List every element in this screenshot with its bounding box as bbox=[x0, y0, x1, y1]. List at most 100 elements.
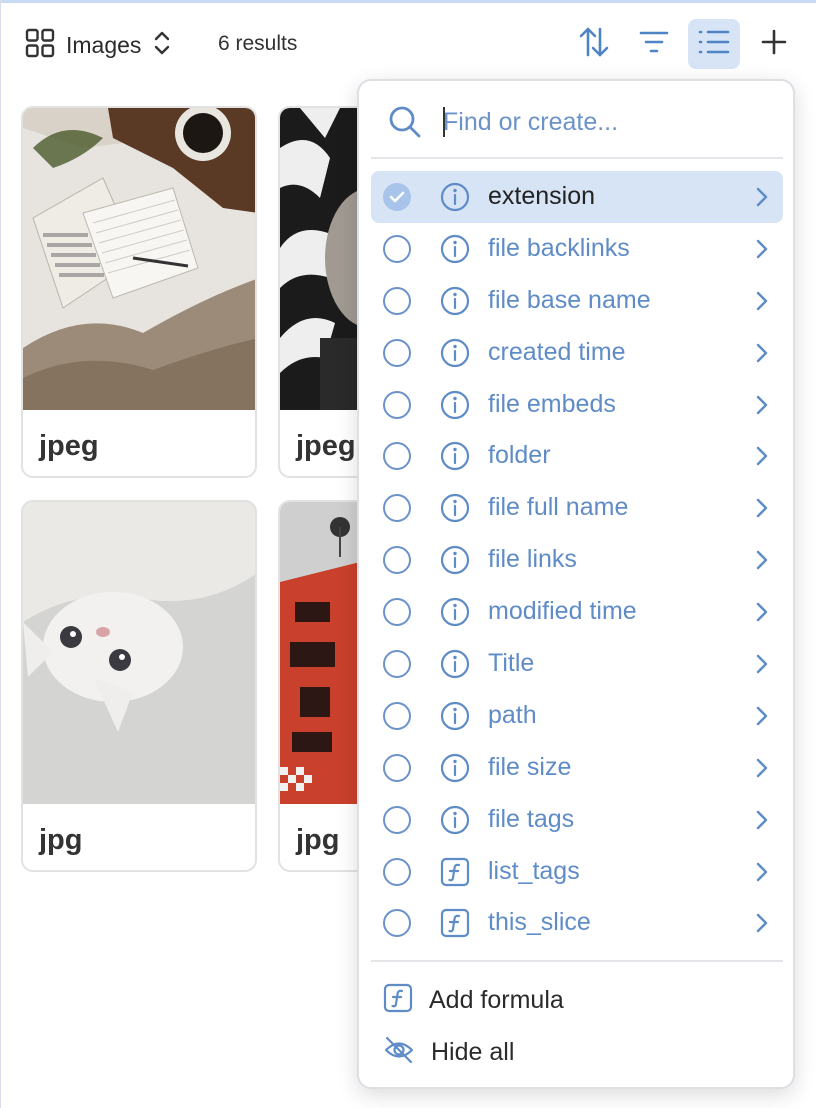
empty-circle-icon[interactable] bbox=[383, 338, 411, 367]
property-name: file full name bbox=[488, 493, 629, 522]
empty-circle-icon[interactable] bbox=[383, 286, 411, 315]
info-icon bbox=[440, 234, 470, 264]
empty-circle-icon[interactable] bbox=[383, 701, 411, 730]
result-count: 6 results bbox=[218, 32, 298, 55]
image-card[interactable]: jpg bbox=[21, 500, 257, 872]
chevron-right-icon[interactable] bbox=[755, 809, 769, 836]
text-caret bbox=[443, 107, 445, 137]
card-caption: jpeg bbox=[39, 430, 99, 462]
property-row[interactable]: file links bbox=[371, 534, 783, 586]
property-row[interactable]: Title bbox=[371, 638, 783, 690]
property-row[interactable]: list_tags bbox=[371, 846, 783, 898]
formula-icon bbox=[383, 983, 413, 1018]
property-search bbox=[359, 81, 793, 159]
property-row[interactable]: file backlinks bbox=[371, 223, 783, 275]
property-name: file tags bbox=[488, 804, 575, 833]
property-name: file size bbox=[488, 752, 572, 781]
property-name: file links bbox=[488, 545, 577, 574]
property-list: extension file backlinks file base name cre… bbox=[371, 171, 783, 949]
view-name: Images bbox=[66, 31, 142, 58]
divider bbox=[371, 157, 783, 159]
property-row[interactable]: folder bbox=[371, 430, 783, 482]
empty-circle-icon[interactable] bbox=[383, 234, 411, 263]
empty-circle-icon[interactable] bbox=[383, 598, 411, 627]
property-name: modified time bbox=[488, 597, 637, 626]
chevron-right-icon[interactable] bbox=[755, 290, 769, 317]
properties-button[interactable] bbox=[688, 19, 740, 69]
chevron-right-icon[interactable] bbox=[755, 186, 769, 213]
property-row[interactable]: file base name bbox=[371, 275, 783, 327]
formula-icon bbox=[440, 908, 470, 938]
info-icon bbox=[440, 338, 470, 368]
empty-circle-icon[interactable] bbox=[383, 546, 411, 575]
sort-button[interactable] bbox=[568, 19, 620, 69]
white-kitten-photo bbox=[23, 502, 255, 804]
info-icon bbox=[440, 441, 470, 471]
property-row[interactable]: extension bbox=[371, 171, 783, 223]
chevron-right-icon[interactable] bbox=[755, 705, 769, 732]
chevron-right-icon[interactable] bbox=[755, 445, 769, 472]
info-icon bbox=[440, 182, 470, 212]
card-caption: jpeg bbox=[296, 430, 356, 462]
filter-button[interactable] bbox=[628, 19, 680, 69]
empty-circle-icon[interactable] bbox=[383, 753, 411, 782]
sort-arrows-icon bbox=[577, 25, 611, 64]
empty-circle-icon[interactable] bbox=[383, 494, 411, 523]
chevron-right-icon[interactable] bbox=[755, 653, 769, 680]
chevron-right-icon[interactable] bbox=[755, 601, 769, 628]
property-row[interactable]: file embeds bbox=[371, 379, 783, 431]
toolbar: Images 6 results bbox=[0, 18, 816, 72]
info-icon bbox=[440, 701, 470, 731]
property-row[interactable]: created time bbox=[371, 327, 783, 379]
property-name: file base name bbox=[488, 285, 651, 314]
add-formula-button[interactable]: Add formula bbox=[383, 978, 564, 1022]
chevron-right-icon[interactable] bbox=[755, 342, 769, 369]
info-icon bbox=[440, 493, 470, 523]
chevron-right-icon[interactable] bbox=[755, 861, 769, 888]
plus-icon bbox=[760, 28, 788, 61]
chevron-right-icon[interactable] bbox=[755, 549, 769, 576]
image-card[interactable]: jpeg bbox=[21, 106, 257, 478]
property-name: folder bbox=[488, 441, 551, 470]
chevron-right-icon[interactable] bbox=[755, 757, 769, 784]
empty-circle-icon[interactable] bbox=[383, 442, 411, 471]
checked-circle-icon[interactable] bbox=[383, 183, 411, 211]
property-row[interactable]: file tags bbox=[371, 794, 783, 846]
grid-icon bbox=[24, 27, 56, 64]
filter-icon bbox=[638, 28, 670, 61]
left-border bbox=[0, 0, 1, 1108]
property-search-input[interactable] bbox=[443, 101, 763, 143]
hide-all-label: Hide all bbox=[431, 1037, 515, 1066]
empty-circle-icon[interactable] bbox=[383, 390, 411, 419]
property-name: list_tags bbox=[488, 856, 580, 885]
empty-circle-icon[interactable] bbox=[383, 857, 411, 886]
hide-all-button[interactable]: Hide all bbox=[383, 1030, 514, 1074]
chevron-right-icon[interactable] bbox=[755, 394, 769, 421]
empty-circle-icon[interactable] bbox=[383, 650, 411, 679]
card-caption: jpg bbox=[296, 824, 340, 856]
property-name: file embeds bbox=[488, 389, 616, 418]
add-button[interactable] bbox=[748, 19, 800, 69]
property-row[interactable]: file full name bbox=[371, 482, 783, 534]
property-row[interactable]: this_slice bbox=[371, 897, 783, 949]
info-icon bbox=[440, 286, 470, 316]
chevron-right-icon[interactable] bbox=[755, 497, 769, 524]
property-row[interactable]: file size bbox=[371, 742, 783, 794]
bed-notebook-coffee-photo bbox=[23, 108, 255, 410]
info-icon bbox=[440, 390, 470, 420]
view-switcher[interactable]: Images bbox=[24, 28, 173, 62]
property-name: extension bbox=[488, 182, 596, 210]
property-row[interactable]: modified time bbox=[371, 586, 783, 638]
chevron-right-icon[interactable] bbox=[755, 238, 769, 265]
empty-circle-icon[interactable] bbox=[383, 909, 411, 938]
chevron-right-icon[interactable] bbox=[755, 912, 769, 939]
card-caption: jpg bbox=[39, 824, 83, 856]
top-border bbox=[0, 0, 816, 3]
info-icon bbox=[440, 597, 470, 627]
property-row[interactable]: path bbox=[371, 690, 783, 742]
property-name: created time bbox=[488, 337, 626, 366]
chevron-up-down-icon bbox=[151, 30, 173, 61]
info-icon bbox=[440, 545, 470, 575]
eye-off-icon bbox=[383, 1035, 415, 1070]
empty-circle-icon[interactable] bbox=[383, 805, 411, 834]
